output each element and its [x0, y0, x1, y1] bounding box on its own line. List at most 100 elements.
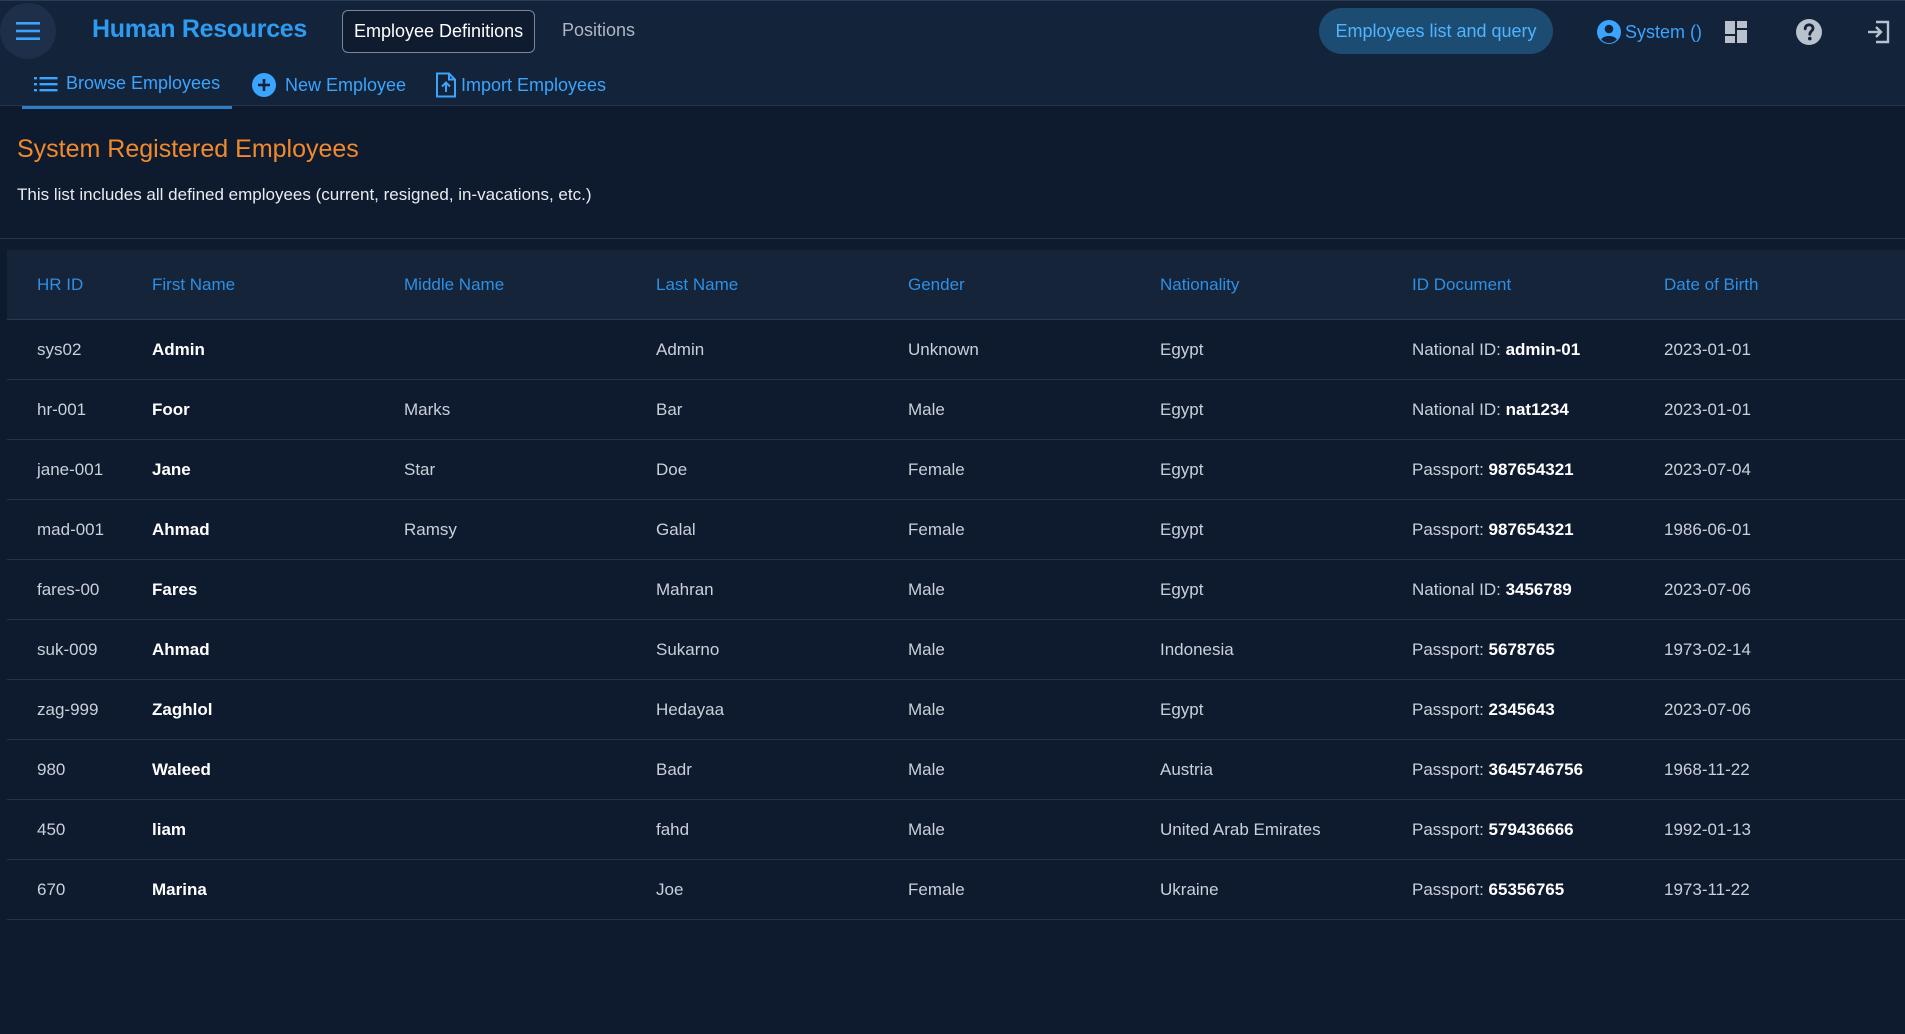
cell-nationality: Egypt [1160, 520, 1204, 539]
column-header-first-name[interactable]: First Name [152, 250, 235, 320]
cell-id-document: Passport: 5678765 [1412, 620, 1555, 680]
id-document-number: 579436666 [1488, 820, 1574, 839]
table-row[interactable]: sys02 Admin Admin Unknown Egypt National ID: … [7, 320, 1905, 380]
cell-hr-id: hr-001 [37, 400, 87, 419]
cell-last-name: Mahran [656, 580, 714, 599]
cell-date-of-birth: 1973-02-14 [1664, 640, 1751, 659]
help-button[interactable] [1793, 16, 1825, 48]
table-row[interactable]: fares-00 Fares Mahran Male Egypt National ID:… [7, 560, 1905, 620]
cell-nationality: United Arab Emirates [1160, 820, 1321, 839]
table-row[interactable]: zag-999 Zaghlol Hedayaa Male Egypt Passport: … [7, 680, 1905, 740]
cell-gender: Male [908, 640, 945, 659]
table-row[interactable]: 450 liam fahd Male United Arab Emirates Passp… [7, 800, 1905, 860]
cell-gender: Male [908, 700, 945, 719]
cell-last-name: Galal [656, 520, 696, 539]
cell-first-name: Foor [152, 400, 190, 419]
cell-first-name: Zaghlol [152, 700, 213, 719]
cell-hr-id: 980 [37, 760, 66, 779]
id-document-type: Passport: [1412, 760, 1484, 779]
cell-nationality: Egypt [1160, 580, 1204, 599]
id-document-number: nat1234 [1505, 400, 1569, 419]
browse-employees-tab[interactable]: Browse Employees [22, 61, 233, 109]
employees-list-query-button[interactable]: Employees list and query [1319, 8, 1553, 54]
cell-nationality: Egypt [1160, 400, 1204, 419]
cell-date-of-birth: 2023-07-06 [1664, 700, 1751, 719]
cell-date-of-birth: 1973-11-22 [1664, 880, 1750, 899]
id-document-number: 65356765 [1488, 880, 1565, 899]
id-document-type: Passport: [1412, 700, 1484, 719]
browse-employees-label: Browse Employees [66, 73, 221, 93]
cell-date-of-birth: 2023-01-01 [1664, 340, 1751, 359]
employees-table: HR ID First Name Middle Name Last Name G… [7, 250, 1905, 920]
id-document-number: 3456789 [1505, 580, 1572, 599]
cell-gender: Female [908, 460, 965, 479]
table-row[interactable]: jane-001 Jane Star Doe Female Egypt Passport: … [7, 440, 1905, 500]
column-header-last-name[interactable]: Last Name [656, 250, 738, 320]
section-divider [0, 238, 1905, 239]
cell-gender: Unknown [908, 340, 979, 359]
cell-hr-id: fares-00 [37, 580, 100, 599]
id-document-number: 987654321 [1488, 460, 1574, 479]
cell-id-document: Passport: 987654321 [1412, 500, 1574, 560]
cell-gender: Female [908, 520, 965, 539]
new-employee-label: New Employee [285, 74, 407, 95]
cell-last-name: Joe [656, 880, 684, 899]
table-row[interactable]: hr-001 Foor Marks Bar Male Egypt National ID: … [7, 380, 1905, 440]
cell-gender: Female [908, 880, 965, 899]
logout-button[interactable] [1863, 16, 1895, 48]
cell-last-name: Sukarno [656, 640, 720, 659]
column-header-middle-name[interactable]: Middle Name [404, 250, 504, 320]
top-app-bar: Human Resources Employee Definitions Pos… [0, 0, 1905, 61]
id-document-number: 5678765 [1488, 640, 1555, 659]
table-row[interactable]: mad-001 Ahmad Ramsy Galal Female Egypt Passpor… [7, 500, 1905, 560]
import-employees-label: Import Employees [461, 74, 607, 95]
sub-navigation-bar: Browse Employees New Employee Import Emp… [0, 61, 1905, 109]
id-document-type: National ID: [1412, 400, 1501, 419]
cell-first-name: Marina [152, 880, 207, 899]
column-header-hr-id[interactable]: HR ID [37, 250, 83, 320]
column-header-nationality[interactable]: Nationality [1160, 250, 1239, 320]
cell-id-document: Passport: 579436666 [1412, 800, 1574, 860]
id-document-type: National ID: [1412, 340, 1501, 359]
cell-nationality: Austria [1160, 760, 1213, 779]
cell-first-name: Ahmad [152, 520, 210, 539]
column-header-id-document[interactable]: ID Document [1412, 250, 1511, 320]
id-document-type: Passport: [1412, 640, 1484, 659]
cell-middle-name: Marks [404, 400, 451, 419]
cell-nationality: Egypt [1160, 460, 1204, 479]
cell-hr-id: mad-001 [37, 520, 105, 539]
dashboard-button[interactable] [1720, 16, 1752, 48]
id-document-type: Passport: [1412, 460, 1484, 479]
account-circle-icon [1597, 20, 1621, 44]
cell-middle-name: Star [404, 460, 436, 479]
table-row[interactable]: suk-009 Ahmad Sukarno Male Indonesia Passport… [7, 620, 1905, 680]
cell-middle-name: Ramsy [404, 520, 457, 539]
tab-positions[interactable]: Positions [551, 10, 646, 53]
cell-last-name: Doe [656, 460, 688, 479]
cell-date-of-birth: 1968-11-22 [1664, 760, 1750, 779]
cell-id-document: Passport: 65356765 [1412, 860, 1564, 920]
cell-hr-id: suk-009 [37, 640, 98, 659]
dashboard-grid-icon [1725, 21, 1747, 43]
id-document-type: Passport: [1412, 520, 1484, 539]
cell-gender: Male [908, 820, 945, 839]
id-document-type: Passport: [1412, 880, 1484, 899]
cell-id-document: National ID: admin-01 [1412, 320, 1580, 380]
menu-button[interactable] [0, 3, 56, 59]
column-header-date-of-birth[interactable]: Date of Birth [1664, 250, 1759, 320]
column-header-gender[interactable]: Gender [908, 250, 965, 320]
cell-nationality: Indonesia [1160, 640, 1234, 659]
cell-date-of-birth: 2023-07-04 [1664, 460, 1751, 479]
import-employees-tab[interactable]: Import Employees [435, 61, 606, 109]
tab-employee-definitions[interactable]: Employee Definitions [342, 10, 536, 53]
table-row[interactable]: 670 Marina Joe Female Ukraine Passport: 65356… [7, 860, 1905, 920]
logout-icon [1868, 20, 1890, 44]
cell-id-document: National ID: nat1234 [1412, 380, 1569, 440]
table-row[interactable]: 980 Waleed Badr Male Austria Passport: 364574… [7, 740, 1905, 800]
cell-last-name: Badr [656, 760, 692, 779]
user-account-button[interactable]: System () [1596, 17, 1702, 47]
cell-nationality: Ukraine [1160, 880, 1219, 899]
new-employee-tab[interactable]: New Employee [251, 61, 406, 109]
cell-id-document: National ID: 3456789 [1412, 560, 1572, 620]
cell-date-of-birth: 2023-01-01 [1664, 400, 1751, 419]
